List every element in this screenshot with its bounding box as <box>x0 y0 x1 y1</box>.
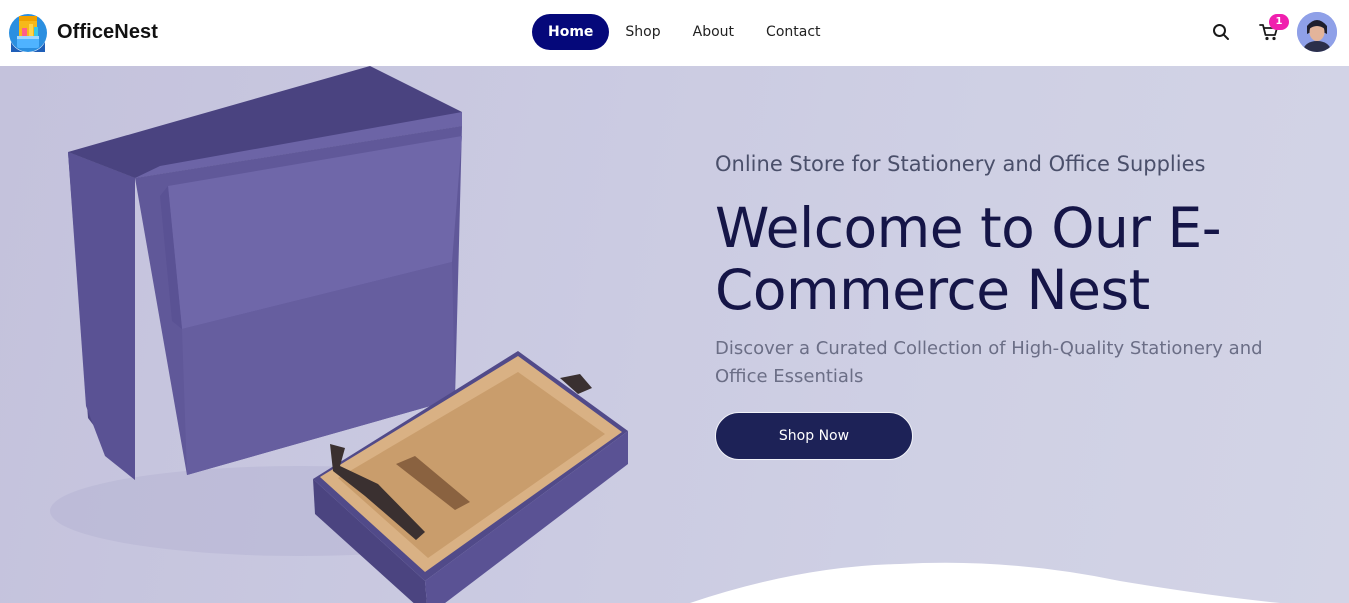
cart-count-badge: 1 <box>1269 14 1289 30</box>
hero-title: Welcome to Our E-Commerce Nest <box>715 196 1222 322</box>
main-nav: Home Shop About Contact <box>532 14 837 50</box>
navbar: OfficeNest Home Shop About Contact 1 <box>0 0 1349 66</box>
hero-text: Online Store for Stationery and Office S… <box>715 149 1315 460</box>
search-button[interactable] <box>1206 17 1236 47</box>
shop-now-button[interactable]: Shop Now <box>715 412 913 460</box>
nav-home[interactable]: Home <box>532 14 610 50</box>
purple-gift-box-illustration <box>50 66 628 603</box>
cart-button[interactable]: 1 <box>1254 14 1289 47</box>
hero-tagline: Online Store for Stationery and Office S… <box>715 152 1206 176</box>
search-icon <box>1213 24 1229 40</box>
avatar-icon <box>1297 12 1337 52</box>
stationery-cup-logo-icon <box>9 14 47 52</box>
nav-shop[interactable]: Shop <box>609 14 676 50</box>
user-avatar[interactable] <box>1297 12 1337 52</box>
brand-name: OfficeNest <box>57 20 159 43</box>
brand-link[interactable]: OfficeNest <box>8 11 158 53</box>
nav-about[interactable]: About <box>677 14 750 50</box>
hero-section: Online Store for Stationery and Office S… <box>0 66 1349 603</box>
nav-contact[interactable]: Contact <box>750 14 836 50</box>
hero-subtitle: Discover a Curated Collection of High-Qu… <box>715 338 1263 387</box>
